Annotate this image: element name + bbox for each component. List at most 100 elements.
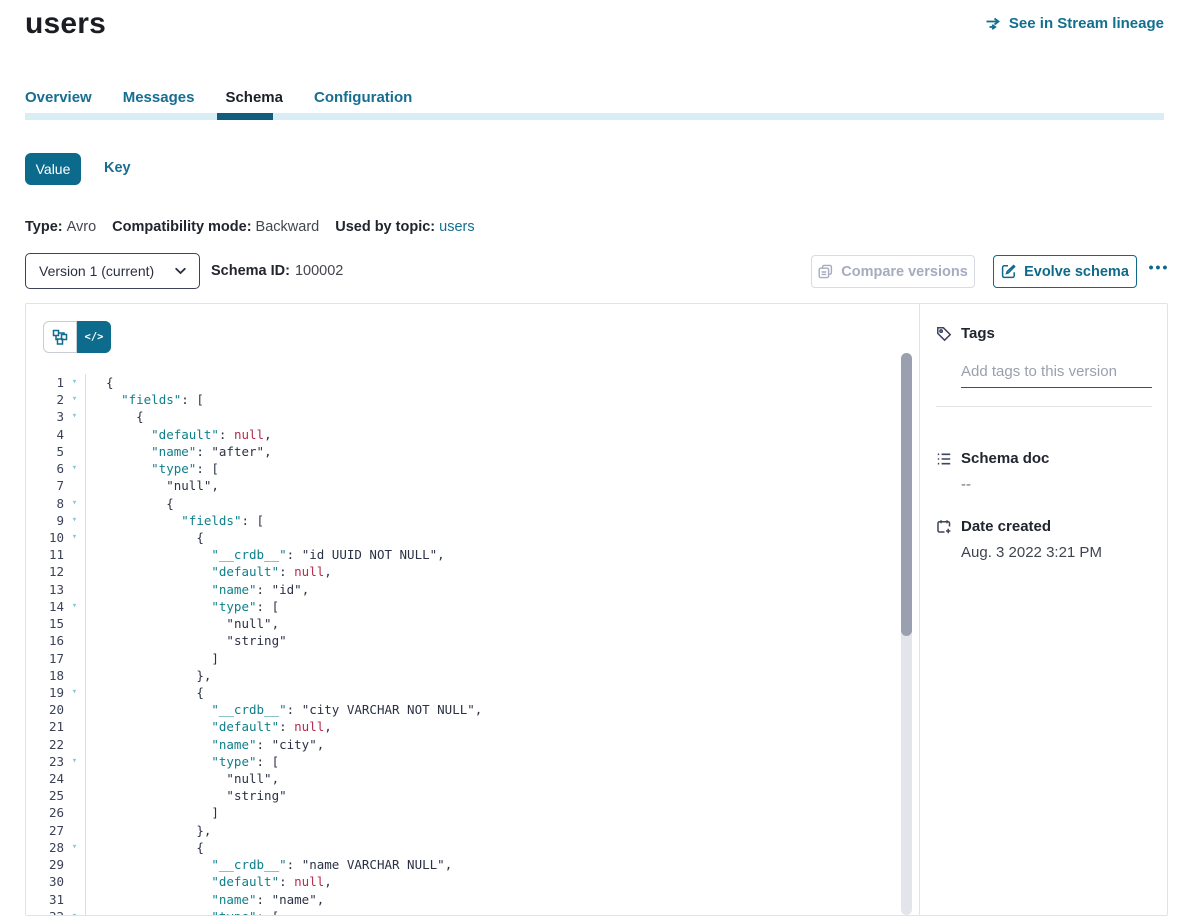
tag-icon bbox=[936, 326, 952, 342]
tab-configuration[interactable]: Configuration bbox=[314, 89, 412, 106]
compare-icon bbox=[818, 264, 833, 279]
fold-toggle-icon[interactable]: ▾ bbox=[64, 753, 85, 770]
code-text: "type": [ bbox=[85, 753, 899, 770]
line-number: 17 bbox=[26, 650, 64, 667]
code-line: 7 "null", bbox=[26, 477, 899, 494]
code-text: "default": null, bbox=[85, 563, 899, 580]
line-number: 32 bbox=[26, 908, 64, 915]
version-select-value: Version 1 (current) bbox=[39, 263, 154, 279]
fold-toggle-icon[interactable]: ▾ bbox=[64, 598, 85, 615]
code-text: "__crdb__": "id UUID NOT NULL", bbox=[85, 546, 899, 563]
fold-spacer bbox=[64, 856, 85, 873]
tab-underline-track bbox=[25, 113, 1164, 120]
fold-spacer bbox=[64, 822, 85, 839]
fold-toggle-icon[interactable]: ▾ bbox=[64, 495, 85, 512]
code-line: 22 "name": "city", bbox=[26, 736, 899, 753]
fold-toggle-icon[interactable]: ▾ bbox=[64, 908, 85, 915]
type-field: Type:Avro bbox=[25, 219, 96, 235]
fold-toggle-icon[interactable]: ▾ bbox=[64, 684, 85, 701]
line-number: 13 bbox=[26, 581, 64, 598]
date-created-title: Date created bbox=[961, 518, 1051, 535]
list-icon bbox=[936, 451, 952, 467]
code-text: }, bbox=[85, 667, 899, 684]
fold-toggle-icon[interactable]: ▾ bbox=[64, 512, 85, 529]
code-line: 15 "null", bbox=[26, 615, 899, 632]
fold-spacer bbox=[64, 804, 85, 821]
code-text: "fields": [ bbox=[85, 512, 899, 529]
line-number: 2 bbox=[26, 391, 64, 408]
editor-scrollbar-thumb[interactable] bbox=[901, 353, 912, 636]
stream-lineage-link[interactable]: See in Stream lineage bbox=[985, 15, 1164, 32]
editor-scrollbar-track[interactable] bbox=[901, 353, 912, 915]
tab-messages[interactable]: Messages bbox=[123, 89, 195, 106]
line-number: 31 bbox=[26, 891, 64, 908]
code-text: "__crdb__": "name VARCHAR NULL", bbox=[85, 856, 899, 873]
edit-icon bbox=[1001, 264, 1016, 279]
schema-id-field: Schema ID: 100002 bbox=[211, 253, 343, 289]
schema-panel: </> 1▾{2▾ "fields": [3▾ {4 "default": nu… bbox=[25, 303, 1168, 916]
code-text: "null", bbox=[85, 770, 899, 787]
key-toggle-button[interactable]: Key bbox=[104, 160, 131, 176]
line-number: 26 bbox=[26, 804, 64, 821]
tree-view-icon bbox=[52, 329, 68, 345]
fold-spacer bbox=[64, 443, 85, 460]
line-number: 11 bbox=[26, 546, 64, 563]
code-line: 16 "string" bbox=[26, 632, 899, 649]
topic-link[interactable]: users bbox=[439, 219, 474, 235]
line-number: 7 bbox=[26, 477, 64, 494]
fold-spacer bbox=[64, 718, 85, 735]
code-line: 1▾{ bbox=[26, 374, 899, 391]
fold-toggle-icon[interactable]: ▾ bbox=[64, 408, 85, 425]
more-options-button[interactable]: ••• bbox=[1142, 252, 1176, 282]
schema-code-editor[interactable]: 1▾{2▾ "fields": [3▾ {4 "default": null,5… bbox=[26, 374, 899, 915]
code-line: 10▾ { bbox=[26, 529, 899, 546]
tags-input[interactable] bbox=[961, 359, 1152, 388]
compare-versions-button[interactable]: Compare versions bbox=[811, 255, 975, 288]
line-number: 9 bbox=[26, 512, 64, 529]
fold-spacer bbox=[64, 873, 85, 890]
line-number: 25 bbox=[26, 787, 64, 804]
code-text: }, bbox=[85, 822, 899, 839]
code-text: { bbox=[85, 374, 899, 391]
fold-toggle-icon[interactable]: ▾ bbox=[64, 529, 85, 546]
fold-toggle-icon[interactable]: ▾ bbox=[64, 391, 85, 408]
version-select[interactable]: Version 1 (current) bbox=[25, 253, 200, 289]
tab-overview[interactable]: Overview bbox=[25, 89, 92, 106]
schema-sidebar: Tags Schema doc -- Date created bbox=[919, 304, 1167, 915]
line-number: 24 bbox=[26, 770, 64, 787]
code-text: "type": [ bbox=[85, 460, 899, 477]
fold-toggle-icon[interactable]: ▾ bbox=[64, 374, 85, 391]
evolve-schema-button[interactable]: Evolve schema bbox=[993, 255, 1137, 288]
code-view-button[interactable]: </> bbox=[77, 321, 111, 353]
code-text: { bbox=[85, 495, 899, 512]
code-line: 18 }, bbox=[26, 667, 899, 684]
line-number: 27 bbox=[26, 822, 64, 839]
fold-spacer bbox=[64, 581, 85, 598]
code-text: "fields": [ bbox=[85, 391, 899, 408]
active-tab-indicator bbox=[217, 113, 273, 120]
fold-spacer bbox=[64, 632, 85, 649]
schema-id-value: 100002 bbox=[295, 263, 343, 279]
fold-spacer bbox=[64, 891, 85, 908]
value-toggle-button[interactable]: Value bbox=[25, 153, 81, 185]
type-value: Avro bbox=[67, 219, 97, 235]
code-text: { bbox=[85, 408, 899, 425]
editor-view-toggle: </> bbox=[43, 321, 111, 353]
line-number: 8 bbox=[26, 495, 64, 512]
code-text: "string" bbox=[85, 787, 899, 804]
code-text: "__crdb__": "city VARCHAR NOT NULL", bbox=[85, 701, 899, 718]
type-label: Type: bbox=[25, 219, 63, 235]
tree-view-button[interactable] bbox=[43, 321, 77, 353]
code-line: 27 }, bbox=[26, 822, 899, 839]
code-line: 12 "default": null, bbox=[26, 563, 899, 580]
line-number: 4 bbox=[26, 426, 64, 443]
fold-toggle-icon[interactable]: ▾ bbox=[64, 460, 85, 477]
tab-schema[interactable]: Schema bbox=[225, 89, 283, 106]
stream-lineage-icon bbox=[985, 17, 1002, 31]
calendar-plus-icon bbox=[936, 519, 952, 535]
stream-lineage-label: See in Stream lineage bbox=[1009, 15, 1164, 32]
used-by-topic-label: Used by topic: bbox=[335, 219, 435, 235]
line-number: 30 bbox=[26, 873, 64, 890]
fold-toggle-icon[interactable]: ▾ bbox=[64, 839, 85, 856]
schema-id-label: Schema ID: bbox=[211, 263, 290, 279]
